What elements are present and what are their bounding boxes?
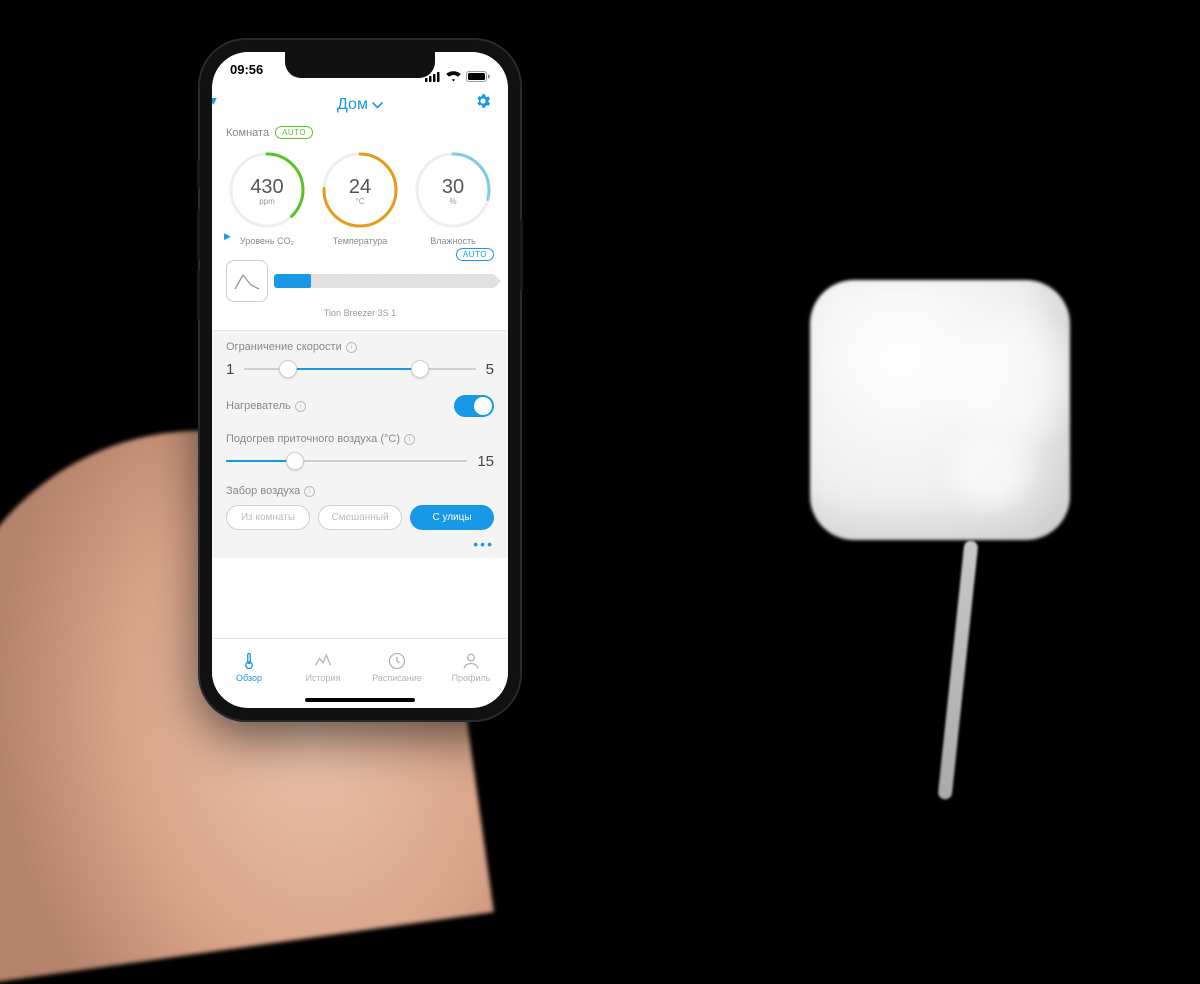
tab-overview[interactable]: Обзор	[212, 639, 286, 694]
intake-opt-mixed[interactable]: Смешанный	[318, 505, 402, 530]
intake-segmented: Из комнаты Смешанный С улицы	[226, 505, 494, 530]
expand-icon[interactable]: ▶	[224, 231, 231, 242]
intake-opt-street[interactable]: С улицы	[410, 505, 494, 530]
app-header: Дом	[212, 90, 508, 120]
tab-history[interactable]: История	[286, 639, 360, 694]
phone-frame: 09:56 Дом	[200, 40, 520, 720]
heater-toggle[interactable]	[454, 395, 494, 417]
svg-text:30: 30	[442, 176, 464, 198]
wifi-icon	[446, 71, 461, 82]
svg-text:24: 24	[349, 176, 371, 198]
svg-text:430: 430	[250, 176, 283, 198]
heat-temp-label: Подогрев приточного воздуха (°C) i	[226, 433, 494, 445]
device-icon[interactable]	[226, 260, 268, 302]
intake-opt-room[interactable]: Из комнаты	[226, 505, 310, 530]
home-indicator[interactable]	[305, 698, 415, 702]
svg-text:ppm: ppm	[259, 197, 275, 206]
fan-speed-steps[interactable]	[274, 274, 494, 288]
gauge-co2[interactable]: 430 ppm Уровень CO₂	[226, 149, 308, 246]
gauge-temperature[interactable]: 24 °C Температура	[319, 149, 401, 246]
heater-label: Нагреватель i	[226, 400, 306, 412]
air-station-device	[810, 280, 1070, 540]
location-title: Дом	[337, 96, 368, 114]
settings-button[interactable]	[474, 92, 492, 115]
phone-notch	[285, 52, 435, 78]
svg-text:%: %	[449, 197, 456, 206]
more-menu[interactable]: •••	[226, 536, 494, 552]
device-row: AUTO	[226, 260, 494, 302]
phone-screen: 09:56 Дом	[212, 52, 508, 708]
heat-temp-value: 15	[477, 453, 494, 470]
tab-profile[interactable]: Профиль	[434, 639, 508, 694]
device-cable	[937, 540, 978, 800]
room-row: Комната AUTO	[226, 126, 494, 139]
info-icon[interactable]: i	[304, 486, 315, 497]
speed-min: 1	[226, 361, 234, 378]
intake-label: Забор воздуха i	[226, 485, 494, 497]
location-selector[interactable]: Дом	[337, 96, 383, 114]
info-icon[interactable]: i	[295, 401, 306, 412]
heat-temp-slider[interactable]	[226, 451, 467, 471]
tab-schedule[interactable]: Расписание	[360, 639, 434, 694]
device-mode-badge[interactable]: AUTO	[456, 248, 494, 261]
tab-bar: Обзор История Расписание Профиль	[212, 638, 508, 694]
speed-limit-label: Ограничение скорости i	[226, 341, 494, 353]
gauge-hum-label: Влажность	[412, 236, 494, 246]
svg-text:°C: °C	[356, 197, 365, 206]
info-icon[interactable]: i	[346, 342, 357, 353]
gauge-co2-label: Уровень CO₂	[226, 236, 308, 246]
battery-icon	[466, 71, 490, 82]
speed-range-slider[interactable]	[244, 359, 475, 379]
room-mode-badge[interactable]: AUTO	[275, 126, 313, 139]
gauge-humidity[interactable]: 30 % Влажность	[412, 149, 494, 246]
chevron-down-icon	[372, 96, 383, 114]
room-label: Комната	[226, 127, 269, 139]
status-time: 09:56	[230, 62, 263, 90]
gauges: ▶ 430 ppm Уровень CO₂ 24 °C	[226, 149, 494, 246]
device-name: Tion Breezer 3S 1	[226, 308, 494, 318]
speed-max: 5	[486, 361, 494, 378]
info-icon[interactable]: i	[404, 434, 415, 445]
gauge-temp-label: Температура	[319, 236, 401, 246]
